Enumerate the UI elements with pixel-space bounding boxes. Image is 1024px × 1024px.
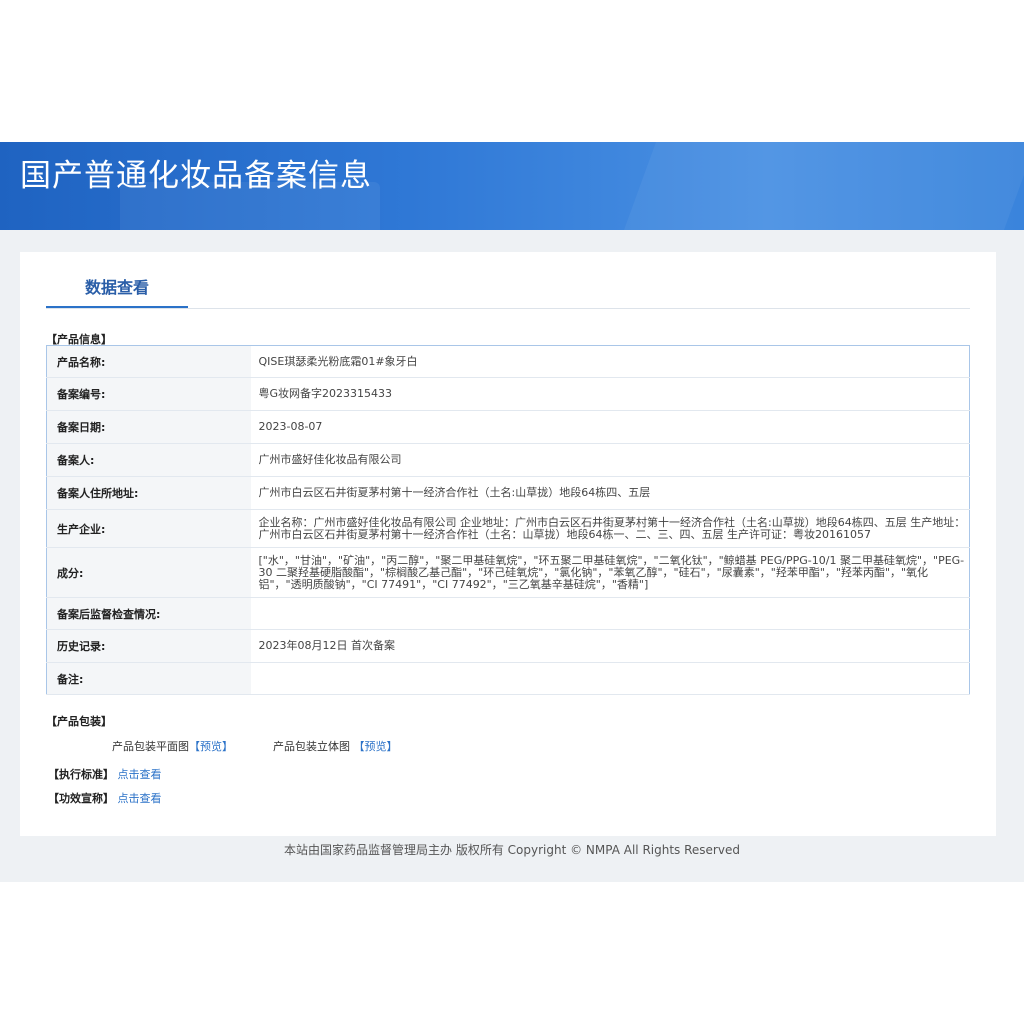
efficacy-label: 【功效宣称】: [48, 792, 114, 805]
flat-image-preview-link[interactable]: 【预览】: [189, 740, 233, 753]
row-value: 粤G妆网备字2023315433: [250, 377, 970, 411]
packaging-heading: 【产品包装】: [46, 715, 112, 728]
row-value: 广州市盛好佳化妆品有限公司: [250, 443, 970, 477]
banner-decoration: [623, 142, 1024, 230]
table-row: 备注:: [46, 662, 970, 695]
row-label: 备案人:: [46, 443, 251, 477]
row-value: 2023-08-07: [250, 410, 970, 444]
efficacy-view-link[interactable]: 点击查看: [118, 792, 162, 805]
row-value: 企业名称：广州市盛好佳化妆品有限公司 企业地址：广州市白云区石井街夏茅村第十一经…: [250, 509, 970, 548]
row-value: ["水"，"甘油"，"矿油"，"丙二醇"，"聚二甲基硅氧烷"，"环五聚二甲基硅氧…: [250, 547, 970, 598]
row-label: 成分:: [46, 547, 251, 598]
table-row: 备案日期: 2023-08-07: [46, 410, 970, 444]
tab-divider: [46, 308, 970, 309]
flat-image-label: 产品包装平面图: [112, 740, 189, 753]
table-row: 历史记录: 2023年08月12日 首次备案: [46, 629, 970, 663]
efficacy-row: 【功效宣称】 点击查看: [48, 790, 162, 806]
row-label: 备案人住所地址:: [46, 476, 251, 510]
page-title: 国产普通化妆品备案信息: [20, 158, 372, 194]
solid-image-preview-link[interactable]: 【预览】: [354, 740, 398, 753]
row-label: 产品名称:: [46, 345, 251, 378]
row-label: 生产企业:: [46, 509, 251, 548]
standard-row: 【执行标准】 点击查看: [48, 766, 162, 782]
solid-image-label: 产品包装立体图: [273, 740, 350, 753]
product-info-table: 产品名称: QISE琪瑟柔光粉底霜01#象牙白 备案编号: 粤G妆网备字2023…: [46, 345, 970, 695]
table-row: 成分: ["水"，"甘油"，"矿油"，"丙二醇"，"聚二甲基硅氧烷"，"环五聚二…: [46, 547, 970, 598]
row-label: 备注:: [46, 662, 251, 695]
row-value: [250, 597, 970, 630]
row-label: 备案后监督检查情况:: [46, 597, 251, 630]
standard-view-link[interactable]: 点击查看: [118, 768, 162, 781]
table-row: 生产企业: 企业名称：广州市盛好佳化妆品有限公司 企业地址：广州市白云区石井街夏…: [46, 509, 970, 548]
row-label: 历史记录:: [46, 629, 251, 663]
footer-copyright: 本站由国家药品监督管理局主办 版权所有 Copyright © NMPA All…: [284, 843, 740, 857]
row-value: 2023年08月12日 首次备案: [250, 629, 970, 663]
row-value: [250, 662, 970, 695]
table-row: 产品名称: QISE琪瑟柔光粉底霜01#象牙白: [46, 345, 970, 378]
table-row: 备案编号: 粤G妆网备字2023315433: [46, 377, 970, 411]
row-label: 备案日期:: [46, 410, 251, 444]
row-value: QISE琪瑟柔光粉底霜01#象牙白: [250, 345, 970, 378]
table-row: 备案人住所地址: 广州市白云区石井街夏茅村第十一经济合作社（土名:山草拢）地段6…: [46, 476, 970, 510]
row-value: 广州市白云区石井街夏茅村第十一经济合作社（土名:山草拢）地段64栋四、五层: [250, 476, 970, 510]
table-row: 备案人: 广州市盛好佳化妆品有限公司: [46, 443, 970, 477]
standard-label: 【执行标准】: [48, 768, 114, 781]
packaging-images: 产品包装平面图【预览】 产品包装立体图 【预览】: [112, 738, 398, 754]
row-label: 备案编号:: [46, 377, 251, 411]
table-row: 备案后监督检查情况:: [46, 597, 970, 630]
tab-data-view[interactable]: 数据查看: [46, 274, 188, 310]
